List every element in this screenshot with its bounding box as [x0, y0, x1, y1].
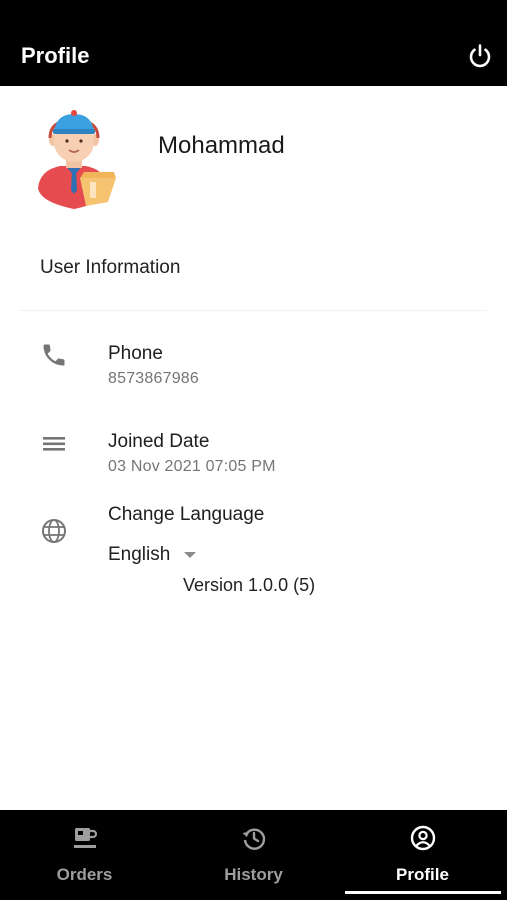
dropdown-arrow-icon: [184, 552, 197, 558]
app-version: Version 1.0.0 (5): [183, 575, 316, 595]
change-language-label: Change Language: [108, 504, 265, 525]
joined-date-value: 03 Nov 2021 07:05 PM: [108, 458, 276, 475]
phone-label: Phone: [108, 343, 163, 364]
nav-history[interactable]: History: [169, 810, 338, 900]
language-selected: English: [108, 544, 171, 565]
nav-history-label: History: [224, 865, 283, 884]
nav-profile[interactable]: Profile: [338, 810, 507, 900]
cup-icon: [71, 824, 99, 852]
avatar: [28, 110, 120, 210]
active-tab-indicator: [345, 891, 501, 894]
nav-orders[interactable]: Orders: [0, 810, 169, 900]
globe-icon: [40, 517, 68, 545]
section-title: User Information: [40, 257, 181, 278]
nav-orders-label: Orders: [56, 865, 113, 884]
history-icon: [240, 824, 268, 852]
account-circle-icon: [409, 824, 437, 852]
joined-date-label: Joined Date: [108, 431, 210, 452]
language-dropdown[interactable]: English: [108, 543, 197, 567]
nav-profile-label: Profile: [396, 865, 449, 884]
menu-lines-icon: [40, 430, 68, 458]
page-title: Profile: [21, 43, 90, 68]
power-icon[interactable]: [466, 42, 494, 70]
app-bar: Profile: [0, 0, 507, 86]
divider: [20, 310, 487, 311]
bottom-navigation: Orders History Profile: [0, 810, 507, 900]
phone-value: 8573867986: [108, 370, 199, 387]
user-name: Mohammad: [158, 132, 285, 159]
phone-icon: [40, 341, 68, 369]
